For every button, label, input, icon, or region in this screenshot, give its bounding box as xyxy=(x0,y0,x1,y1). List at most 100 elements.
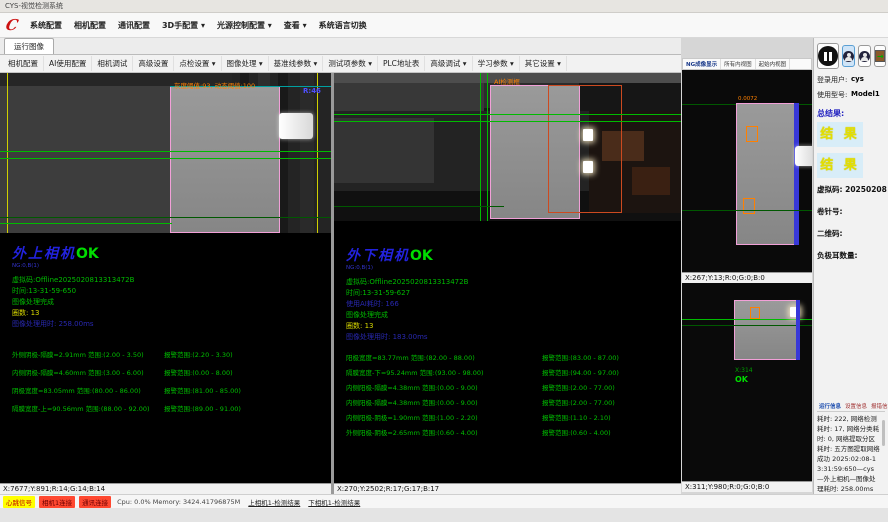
blue-edge-strip xyxy=(794,103,799,245)
tool-plc-address-table[interactable]: PLC地址表 xyxy=(378,56,425,71)
measurement-row: 隔膜宽度-下=95.24mm 范围:(93.00 - 98.00)报警范围:(9… xyxy=(346,366,681,381)
left-camera-data: 外上相机OK NG:0,B(1) 虚拟码:Offline202502081331… xyxy=(0,233,331,483)
green-measure-line xyxy=(0,223,172,224)
orange-marker-box xyxy=(750,307,760,319)
user-icon xyxy=(843,51,854,62)
small-bottom-coordinate-bar: X:311;Y:980;R:0;G:0;B:0 xyxy=(682,481,812,492)
orange-marker-box xyxy=(743,198,755,214)
measurement-row: 内侧阳极-隔膜=4.38mm 范围:(0.00 - 9.00)报警范围:(2.0… xyxy=(346,396,681,411)
tool-advanced-settings[interactable]: 高级设置 xyxy=(133,56,174,71)
window-footer xyxy=(0,508,888,522)
tool-ai-config[interactable]: AI使用配置 xyxy=(44,56,92,71)
tab-run-info[interactable]: 运行信息 xyxy=(817,401,843,411)
white-connector xyxy=(795,146,812,166)
info-tabs: 运行信息 设置信息 报错信息 xyxy=(817,401,885,412)
tool-other-settings[interactable]: 其它设置 ▾ xyxy=(520,56,567,71)
camera-panels: 灰度阈值:93, 动态阈值:100 R:46 外上相机OK NG:0,B(1) … xyxy=(0,73,681,494)
cpu-memory-status: Cpu: 0.0% Memory: 3424.41796875M xyxy=(117,498,240,506)
tab-ng-imaging[interactable]: NG成像显示 xyxy=(683,59,721,69)
virtual-code-field: 虚拟码: 20250208 xyxy=(817,184,885,195)
tool-image-processing[interactable]: 图像处理 ▾ xyxy=(222,56,269,71)
heartbeat-status-badge: 心跳信号 xyxy=(3,496,35,508)
login-user-value: cys xyxy=(851,75,864,85)
user-switch-button[interactable] xyxy=(858,45,871,67)
app-logo-icon: C xyxy=(4,18,19,33)
tool-spotcheck-settings[interactable]: 点检设置 ▾ xyxy=(174,56,221,71)
tab-all-views[interactable]: 所有内视图 xyxy=(721,59,756,69)
tab-run-image[interactable]: 运行图像 xyxy=(4,38,54,54)
tool-baseline-params[interactable]: 基准线参数 ▾ xyxy=(269,56,324,71)
left-ng-line: NG:0,B(1) xyxy=(12,263,331,269)
window-title: CYS-视觉检测系统 xyxy=(5,1,63,11)
mid-measurements: 阳极宽度=83.77mm 范围:(82.00 - 88.00)报警范围:(83.… xyxy=(346,351,681,441)
green-measure-line xyxy=(682,210,812,211)
pause-icon xyxy=(818,46,838,66)
needle-number-field: 卷针号: xyxy=(817,206,885,217)
tab-error-info[interactable]: 报错信息 xyxy=(869,401,888,411)
green-measure-line xyxy=(334,114,681,115)
menu-language-switch[interactable]: 系统语言切换 xyxy=(313,17,373,34)
specimen-outline xyxy=(170,86,280,233)
left-camera-result: OK xyxy=(76,246,99,262)
left-coordinate-bar: X:7677;Y:891;R:14;G:14;B:14 xyxy=(0,483,331,494)
comm-connection-badge: 通讯连接 xyxy=(79,496,111,508)
qr-code-field: 二维码: xyxy=(817,228,885,239)
main-content: 运行图像 相机配置 AI使用配置 相机调试 高级设置 点检设置 ▾ 图像处理 ▾… xyxy=(0,38,888,494)
small-camera-image-bottom[interactable]: X:314 OK xyxy=(682,283,812,481)
login-user-row: 登录用户: cys xyxy=(817,75,885,85)
white-connector xyxy=(279,113,313,139)
measurement-row: 外侧阴极-隔膜=2.91mm 范围:(2.00 - 3.50)报警范围:(2.2… xyxy=(12,346,331,364)
lower-camera-result-link[interactable]: 下相机1-检测结果 xyxy=(308,497,360,507)
pause-button[interactable] xyxy=(817,43,839,69)
left-measurements: 外侧阴极-隔膜=2.91mm 范围:(2.00 - 3.50)报警范围:(2.2… xyxy=(12,346,331,418)
ai-detect-box xyxy=(548,85,622,213)
measurement-row: 内侧阴极-隔膜=4.60mm 范围:(3.00 - 6.00)报警范围:(0.0… xyxy=(12,364,331,382)
title-bar: CYS-视觉检测系统 xyxy=(0,0,888,13)
left-camera-title: 外上相机 xyxy=(12,243,76,263)
menu-view[interactable]: 查看 ▾ xyxy=(278,17,313,34)
tool-learning-params[interactable]: 学习参数 ▾ xyxy=(473,56,520,71)
small-bottom-overlay-ok: OK xyxy=(735,375,748,384)
menu-system-config[interactable]: 系统配置 xyxy=(24,17,68,34)
measurement-row: 外侧阳极-阴极=2.65mm 范围:(0.60 - 4.00)报警范围:(0.6… xyxy=(346,426,681,441)
mid-camera-data: 外下相机OK NG:0,B(1) 虚拟码:Offline202502081331… xyxy=(334,221,681,483)
mid-ng-line: NG:0,B(1) xyxy=(346,265,681,271)
menu-comm-config[interactable]: 通讯配置 xyxy=(112,17,156,34)
run-log-text: 耗时: 222, 网络检测耗时: 17, 网络分类耗时: 0, 网络提取分区耗时… xyxy=(817,415,880,493)
log-scrollbar[interactable] xyxy=(882,420,885,446)
left-camera-image[interactable]: 灰度阈值:93, 动态阈值:100 R:46 xyxy=(0,73,331,233)
measurement-row: 隔膜宽度-上=90.56mm 范围:(88.00 - 92.00)报警范围:(8… xyxy=(12,400,331,418)
green-measure-line xyxy=(334,121,681,122)
main-column: 运行图像 相机配置 AI使用配置 相机调试 高级设置 点检设置 ▾ 图像处理 ▾… xyxy=(0,38,681,494)
mid-time: 时间:13-31-59-627 xyxy=(346,288,681,299)
exit-button[interactable] xyxy=(874,45,886,67)
small-camera-image-top[interactable]: 0.0072 xyxy=(682,70,812,272)
upper-camera-result-link[interactable]: 上相机1-检测结果 xyxy=(248,497,300,507)
mid-process-time: 图像处理用时: 183.00ms xyxy=(346,332,681,343)
exit-door-icon xyxy=(875,50,885,62)
menu-3d-config[interactable]: 3D手配置 ▾ xyxy=(156,17,211,34)
blue-edge-strip xyxy=(796,300,800,360)
left-process-time: 图像处理用时: 258.00ms xyxy=(12,319,331,330)
model-row: 使用型号: Model1 xyxy=(817,90,885,100)
tool-advanced-debug[interactable]: 高级调试 ▾ xyxy=(425,56,472,71)
tool-test-params[interactable]: 测试项参数 ▾ xyxy=(323,56,378,71)
tool-camera-config[interactable]: 相机配置 xyxy=(3,56,44,71)
tab-start-views[interactable]: 起始内视图 xyxy=(756,59,791,69)
tab-row: 运行图像 xyxy=(0,38,681,55)
mid-camera-image[interactable]: AI检测框 xyxy=(334,73,681,221)
user-icon xyxy=(859,51,870,62)
yellow-guide-line xyxy=(7,73,8,233)
tab-settings-info[interactable]: 设置信息 xyxy=(843,401,869,411)
threshold-overlay-text: 灰度阈值:93, 动态阈值:100 xyxy=(174,80,255,90)
menu-camera-config[interactable]: 相机配置 xyxy=(68,17,112,34)
yellow-guide-line xyxy=(317,73,318,233)
control-buttons xyxy=(817,43,885,69)
small-top-coordinate-bar: X:267;Y:13;R:0;G:0;B:0 xyxy=(682,272,812,283)
tool-camera-debug[interactable]: 相机调试 xyxy=(92,56,133,71)
menu-light-config[interactable]: 光源控制配置 ▾ xyxy=(211,17,278,34)
mid-virtual-code: 虚拟码:Offline2025020813313472B xyxy=(346,277,681,288)
user-login-button[interactable] xyxy=(842,45,855,67)
measurement-row: 阳极宽度=83.77mm 范围:(82.00 - 88.00)报警范围:(83.… xyxy=(346,351,681,366)
green-measure-line xyxy=(682,325,812,326)
